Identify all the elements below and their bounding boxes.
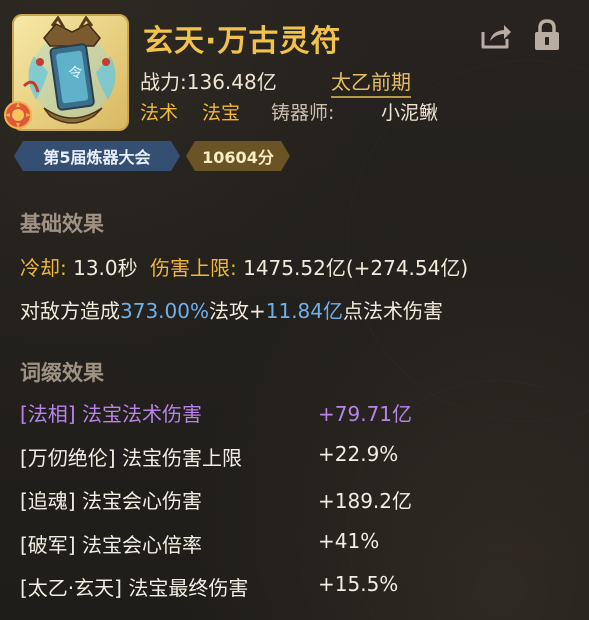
item-title: 玄天·万古灵符 xyxy=(143,24,342,59)
affix-effects-title: 词缀效果 xyxy=(20,361,104,385)
realm-link[interactable]: 太乙前期 xyxy=(331,66,411,98)
cooldown-label: 冷却: xyxy=(20,256,67,280)
type-tag-artifact: 法宝 xyxy=(202,102,241,124)
lock-icon[interactable] xyxy=(533,19,561,51)
maker-label: 铸器师: xyxy=(271,102,335,124)
item-detail-panel: 令 玄天·万古灵符 战力:136.48亿 太乙前期 法术 法宝 铸器师: 小泥鳅… xyxy=(0,0,589,620)
desc-mid: 法攻+ xyxy=(208,299,266,323)
combat-power-label: 战力: xyxy=(140,70,187,94)
share-icon[interactable] xyxy=(480,22,512,50)
desc-suffix: 点法术伤害 xyxy=(343,299,444,323)
affix-value: +41% xyxy=(318,529,380,553)
desc-prefix: 对敌方造成 xyxy=(20,299,120,323)
event-badge: 第5届炼器大会 xyxy=(14,141,180,171)
desc-flat: 11.84亿 xyxy=(265,299,344,323)
affix-value: +79.71亿 xyxy=(318,402,413,426)
damage-cap-label: 伤害上限: xyxy=(150,256,237,280)
affix-name: [破军] 法宝会心倍率 xyxy=(20,533,202,557)
affix-name: [法相] 法宝法术伤害 xyxy=(20,402,202,426)
affix-name: [万仞绝伦] 法宝伤害上限 xyxy=(20,446,242,470)
quality-flame-badge-icon xyxy=(4,101,32,129)
cooldown-value: 13.0秒 xyxy=(73,256,138,280)
svg-text:令: 令 xyxy=(68,65,84,83)
affix-value: +15.5% xyxy=(318,572,399,596)
basic-effects-title: 基础效果 xyxy=(20,212,104,236)
affix-row: [破军] 法宝会心倍率 +41% xyxy=(20,529,580,557)
maker-name: 小泥鳅 xyxy=(381,102,439,124)
affix-value: +22.9% xyxy=(318,442,399,466)
affix-row: [法相] 法宝法术伤害 +79.71亿 xyxy=(20,398,580,426)
combat-power-value: 136.48亿 xyxy=(186,70,277,94)
type-tag-spell: 法术 xyxy=(140,102,179,124)
affix-name: [太乙·玄天] 法宝最终伤害 xyxy=(20,576,249,600)
effect-description: 对敌方造成373.00%法攻+11.84亿点法术伤害 xyxy=(20,295,443,324)
affix-value: +189.2亿 xyxy=(318,489,413,513)
affix-name: [追魂] 法宝会心伤害 xyxy=(20,489,202,513)
damage-cap-value: 1475.52亿(+274.54亿) xyxy=(243,256,469,280)
score-badge: 10604分 xyxy=(186,141,290,171)
desc-percent: 373.00% xyxy=(120,299,209,323)
affix-row: [追魂] 法宝会心伤害 +189.2亿 xyxy=(20,485,580,513)
affix-row: [万仞绝伦] 法宝伤害上限 +22.9% xyxy=(20,442,580,470)
stats-line: 冷却: 13.0秒 伤害上限: 1475.52亿(+274.54亿) xyxy=(20,252,468,281)
combat-power: 战力:136.48亿 xyxy=(140,66,277,95)
affix-row: [太乙·玄天] 法宝最终伤害 +15.5% xyxy=(20,572,580,600)
